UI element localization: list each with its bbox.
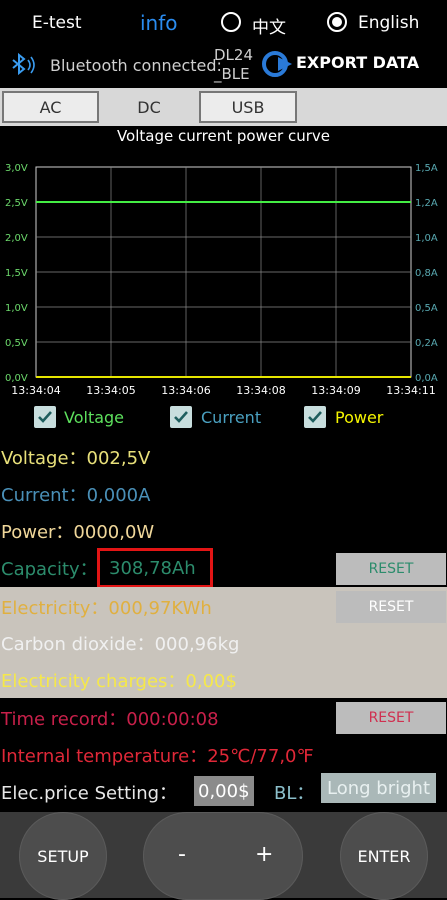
voltage-checkbox[interactable] xyxy=(34,406,56,428)
setup-button[interactable]: SETUP xyxy=(19,812,107,900)
export-data-button[interactable]: EXPORT DATA xyxy=(296,53,419,72)
y-left-tick: 0,0V xyxy=(5,373,28,384)
x-tick: 13:34:05 xyxy=(86,384,135,397)
bl-label: BL： xyxy=(274,783,315,804)
y-right-tick: 1,5A xyxy=(415,163,438,174)
y-left-tick: 0,5V xyxy=(5,338,28,349)
chart-title: Voltage current power curve xyxy=(116,127,331,145)
power-checkbox[interactable] xyxy=(304,406,326,428)
lang-radio-english[interactable] xyxy=(327,12,347,32)
voltage-reading: Voltage：002,5V xyxy=(1,447,151,469)
capacity-reset-button[interactable]: RESET xyxy=(336,553,446,585)
bluetooth-status: Bluetooth connected: xyxy=(50,56,222,75)
voltage-legend-label[interactable]: Voltage xyxy=(64,408,124,427)
x-tick: 13:34:11 xyxy=(386,384,435,397)
temperature-reading: Internal temperature：25℃/77,0℉ xyxy=(1,745,314,767)
power-reading: Power：0000,0W xyxy=(1,521,155,543)
info-link[interactable]: info xyxy=(140,11,178,35)
lang-radio-chinese[interactable] xyxy=(221,12,241,32)
y-right-tick: 0,5A xyxy=(415,303,438,314)
y-left-tick: 3,0V xyxy=(5,163,28,174)
y-left-tick: 1,0V xyxy=(5,303,28,314)
enter-button[interactable]: ENTER xyxy=(340,812,428,900)
price-setting-label: Elec.price Setting： xyxy=(1,782,178,804)
plus-button[interactable]: + xyxy=(255,842,273,867)
co2-reading: Carbon dioxide：000,96kg xyxy=(1,633,240,655)
time-reset-button[interactable]: RESET xyxy=(336,702,446,734)
y-left-tick: 2,5V xyxy=(5,198,28,209)
adjust-control xyxy=(143,812,303,900)
power-legend-label[interactable]: Power xyxy=(335,408,383,427)
y-left-tick: 2,0V xyxy=(5,233,28,244)
y-right-tick: 0,0A xyxy=(415,373,438,384)
bluetooth-icon xyxy=(10,52,38,82)
tab-dc[interactable]: DC xyxy=(100,91,198,123)
y-right-tick: 1,2A xyxy=(415,198,438,209)
export-icon[interactable] xyxy=(260,49,294,83)
current-checkbox[interactable] xyxy=(170,406,192,428)
app-title: E-test xyxy=(32,13,82,33)
y-left-tick: 1,5V xyxy=(5,268,28,279)
y-right-tick: 0,2A xyxy=(415,338,438,349)
y-right-tick: 0,8A xyxy=(415,268,438,279)
x-tick: 13:34:04 xyxy=(11,384,60,397)
tab-ac[interactable]: AC xyxy=(2,91,99,123)
electricity-reset-button[interactable]: RESET xyxy=(336,591,446,623)
charges-reading: Electricity charges：0,00$ xyxy=(1,670,237,692)
tab-usb[interactable]: USB xyxy=(199,91,297,123)
device-name: DL24 _BLE xyxy=(214,46,253,83)
capacity-value: 308,78Ah xyxy=(97,548,213,588)
price-input[interactable]: 0,00$ xyxy=(194,776,254,806)
current-reading: Current：0,000A xyxy=(1,484,151,506)
lang-english-label[interactable]: English xyxy=(358,13,419,33)
minus-button[interactable]: - xyxy=(178,842,186,867)
voltage-current-chart: 3,0V 1,5A 2,5V 1,2A 2,0V 1,0A 1,5V 0,8A 1,0V 0,5A… xyxy=(5,163,438,397)
current-legend-label[interactable]: Current xyxy=(201,408,261,427)
x-tick: 13:34:06 xyxy=(161,384,210,397)
x-tick: 13:34:08 xyxy=(236,384,285,397)
capacity-label: Capacity： xyxy=(1,558,98,580)
y-right-tick: 1,0A xyxy=(415,233,438,244)
x-tick: 13:34:09 xyxy=(311,384,360,397)
backlight-selector[interactable]: Long bright xyxy=(321,773,436,803)
lang-chinese-label[interactable]: 中文 xyxy=(252,13,286,38)
